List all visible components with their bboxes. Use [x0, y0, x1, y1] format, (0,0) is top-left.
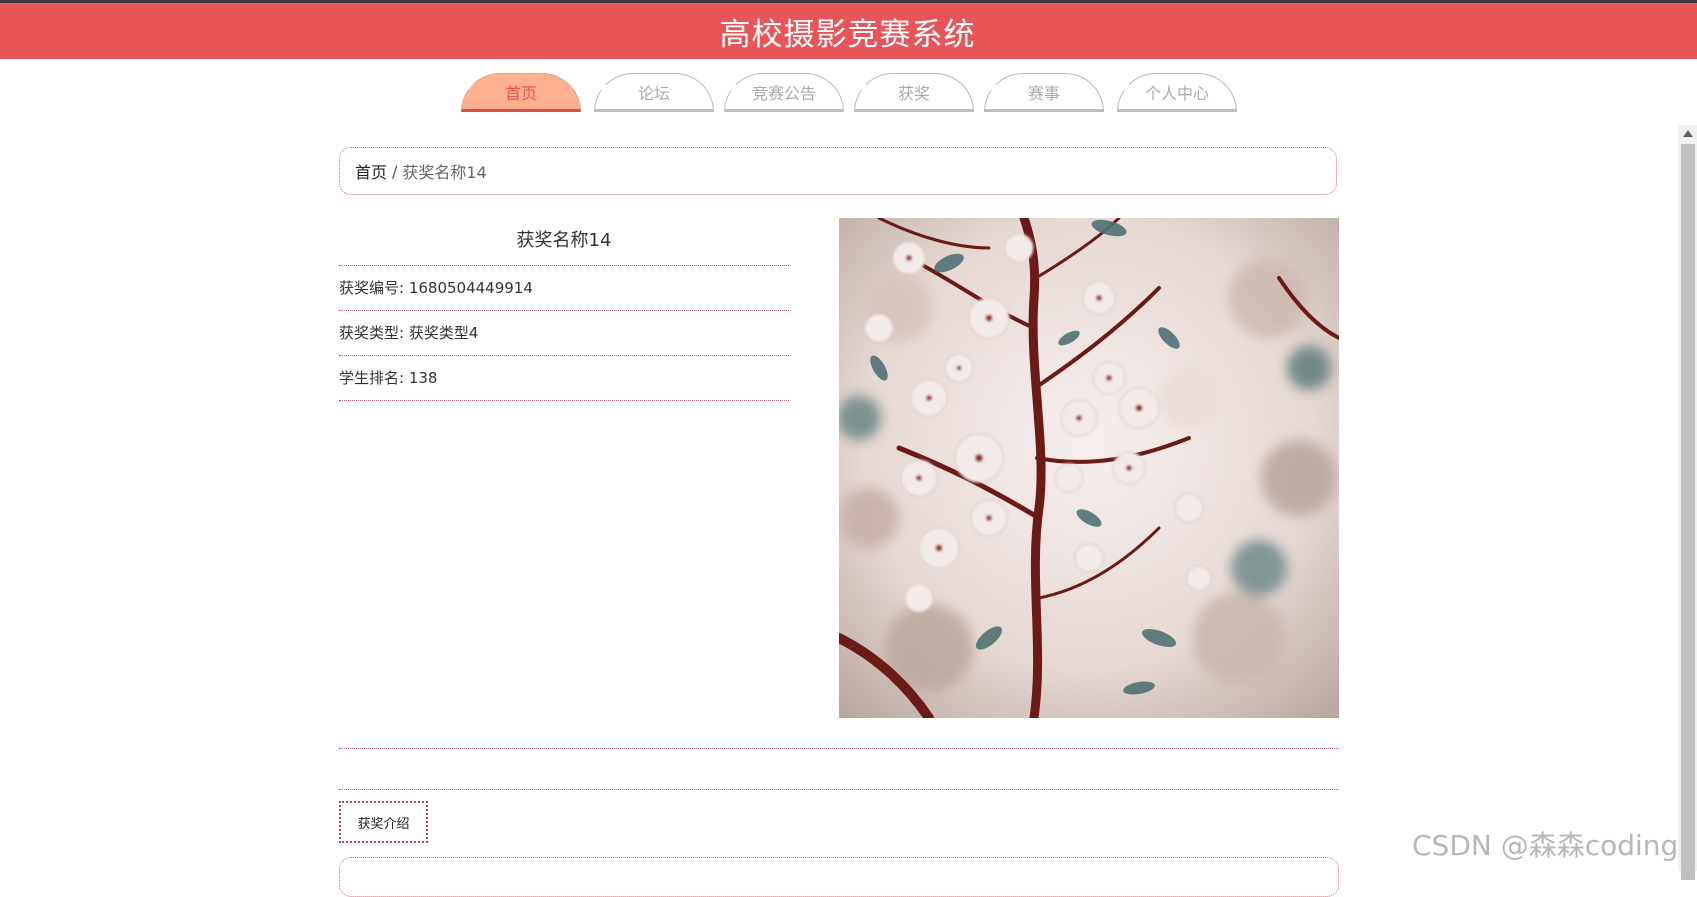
tab-forum[interactable]: 论坛: [594, 73, 714, 112]
tab-events[interactable]: 赛事: [984, 73, 1104, 112]
tab-awards[interactable]: 获奖: [854, 73, 974, 112]
vertical-scrollbar[interactable]: [1678, 125, 1697, 880]
field-award-type: 获奖类型: 获奖类型4: [339, 324, 479, 342]
tab-competition-notices[interactable]: 竞赛公告: [724, 73, 844, 112]
award-title: 获奖名称14: [516, 230, 612, 251]
site-title: 高校摄影竞赛系统: [719, 16, 976, 53]
breadcrumb-separator: /: [392, 161, 398, 181]
site-header: 高校摄影竞赛系统: [0, 3, 1697, 59]
field-award-number: 获奖编号: 1680504449914: [339, 279, 533, 297]
divider: [339, 400, 789, 401]
award-photo: [839, 218, 1339, 718]
breadcrumb-current: 获奖名称14: [402, 163, 487, 182]
tab-home[interactable]: 首页: [461, 73, 581, 112]
field-student-rank: 学生排名: 138: [339, 369, 438, 387]
section-divider: [339, 748, 1339, 749]
breadcrumb-home-link[interactable]: 首页: [355, 159, 387, 183]
tab-personal-center[interactable]: 个人中心: [1117, 73, 1237, 112]
intro-content-box: [339, 857, 1339, 897]
section-divider: [339, 789, 1339, 790]
tab-award-intro[interactable]: 获奖介绍: [339, 801, 428, 843]
watermark: CSDN @森森coding: [1412, 829, 1679, 862]
breadcrumb: 首页 / 获奖名称14: [339, 147, 1337, 195]
scroll-up-arrow-icon[interactable]: [1678, 125, 1697, 142]
scrollbar-thumb[interactable]: [1681, 144, 1695, 880]
